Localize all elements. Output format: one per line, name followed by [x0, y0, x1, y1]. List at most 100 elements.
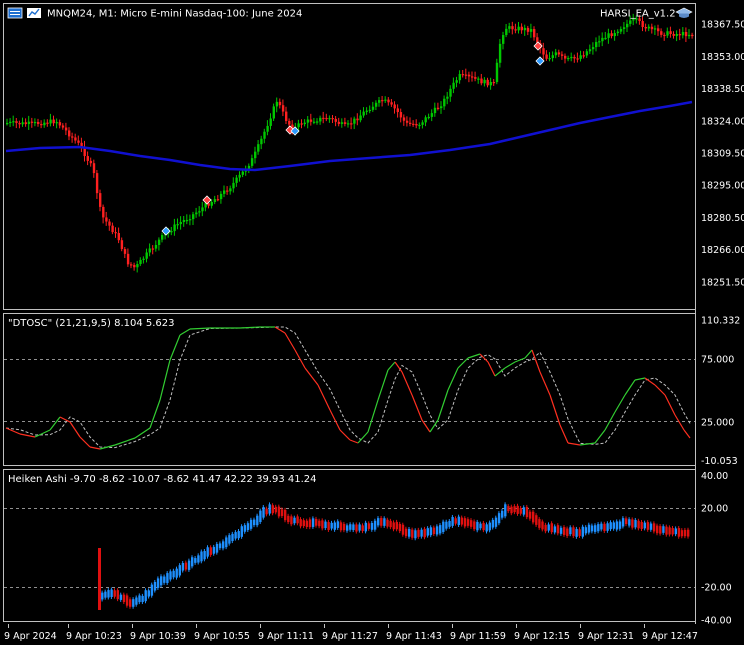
candle-body	[368, 109, 372, 112]
ha-bar	[426, 528, 429, 536]
ha-bar	[156, 578, 160, 588]
ha-bar	[153, 581, 157, 591]
ha-bar	[383, 518, 386, 526]
oscillator-segment	[69, 421, 81, 438]
candle-body	[325, 117, 328, 120]
ha-bar	[550, 523, 553, 533]
oscillator-segment	[524, 349, 533, 359]
candle-body	[598, 41, 601, 43]
ha-bar	[339, 522, 343, 531]
oscillator-segment	[411, 394, 423, 421]
time-label: 9 Apr 10:39	[130, 631, 186, 642]
ha-bar	[377, 518, 380, 526]
candle-body	[235, 177, 238, 183]
oscillator-main-line	[5, 326, 691, 450]
candle-body	[61, 125, 65, 128]
candle-body	[278, 101, 282, 106]
candle-body	[675, 34, 678, 36]
ha-bar	[538, 519, 541, 528]
oscillator-segment	[567, 442, 581, 446]
ha-bar	[268, 504, 271, 514]
ha-bar	[392, 522, 395, 530]
candle-body	[95, 173, 99, 194]
candle-body	[272, 106, 275, 119]
candle-body	[455, 80, 458, 83]
ha-bar	[166, 573, 169, 584]
time-axis: 9 Apr 2024 9 Apr 10:23 9 Apr 10:39 9 Apr…	[4, 624, 698, 642]
price-label: 18295.00	[701, 181, 744, 192]
heiken-title: Heiken Ashi -9.70 -8.62 -10.07 -8.62 41.…	[8, 474, 317, 485]
candle-body	[616, 31, 620, 34]
ha-bar	[256, 515, 259, 526]
ha-bar	[643, 522, 646, 529]
ha-bar	[277, 506, 281, 517]
candle-body	[229, 188, 232, 192]
ha-bar	[333, 522, 336, 530]
candle-body	[424, 117, 427, 123]
candle-body	[334, 118, 337, 122]
candle-body	[92, 163, 96, 174]
ha-bar	[609, 522, 612, 530]
candle-body	[157, 239, 161, 245]
ha-bar	[575, 528, 578, 537]
ha-bar	[144, 590, 147, 602]
graduation-cap-icon[interactable]	[675, 7, 693, 18]
candle-body	[201, 207, 204, 212]
ha-bar	[311, 518, 315, 527]
candle-body	[179, 222, 182, 225]
ha-bar	[674, 528, 677, 535]
main-pane-frame	[3, 3, 696, 310]
candle-body	[610, 33, 613, 37]
candle-body	[653, 28, 657, 30]
oscillator-segment	[134, 427, 151, 439]
candle-body	[684, 31, 688, 37]
time-label: 9 Apr 12:31	[578, 631, 634, 642]
oscillator-segment	[594, 429, 606, 444]
candle-body	[49, 119, 52, 124]
oscillator-segment	[274, 326, 286, 334]
candle-body	[89, 160, 93, 164]
candle-body	[74, 137, 77, 141]
candle-body	[15, 121, 18, 123]
ha-bar	[324, 521, 327, 529]
candle-body	[595, 42, 598, 48]
candle-body	[554, 52, 558, 56]
candle-body	[387, 99, 390, 103]
ha-bar	[519, 507, 522, 514]
oscillator-levels	[4, 359, 695, 422]
candle-body	[331, 118, 334, 120]
ha-bar	[454, 518, 457, 524]
candle-body	[27, 121, 31, 125]
ha-bar	[563, 527, 566, 535]
ha-bar	[327, 522, 330, 530]
ha-bar	[637, 520, 640, 529]
ha-bar	[364, 522, 367, 532]
ha-bar	[600, 523, 603, 530]
candle-body	[188, 219, 192, 221]
oscillator-segment	[494, 367, 506, 377]
candle-body	[607, 33, 610, 38]
ha-bar	[414, 530, 417, 539]
candle-body	[161, 235, 164, 240]
ha-bar	[271, 505, 274, 514]
ha-bar	[141, 595, 144, 603]
candle-body	[322, 117, 325, 120]
candle-body	[622, 27, 626, 29]
ha-bar	[194, 558, 197, 563]
ha-bar	[125, 595, 129, 606]
ha-bar	[606, 523, 609, 531]
candle-body	[223, 190, 226, 194]
ha-bar	[677, 528, 681, 537]
oscillator-segment	[634, 377, 646, 381]
candle-body	[170, 231, 173, 233]
candle-body	[505, 28, 508, 36]
candle-body	[430, 113, 434, 117]
oscillator-segment	[149, 399, 161, 429]
candle-body	[219, 193, 223, 200]
time-label: 9 Apr 11:59	[450, 631, 506, 642]
oscillator-segment	[644, 377, 656, 386]
ha-bar	[178, 565, 181, 576]
trading-chart[interactable]: MNQM24, M1: Micro E-mini Nasdaq-100: Jun…	[0, 0, 744, 645]
ha-bar	[237, 531, 240, 539]
candle-body	[266, 125, 269, 132]
